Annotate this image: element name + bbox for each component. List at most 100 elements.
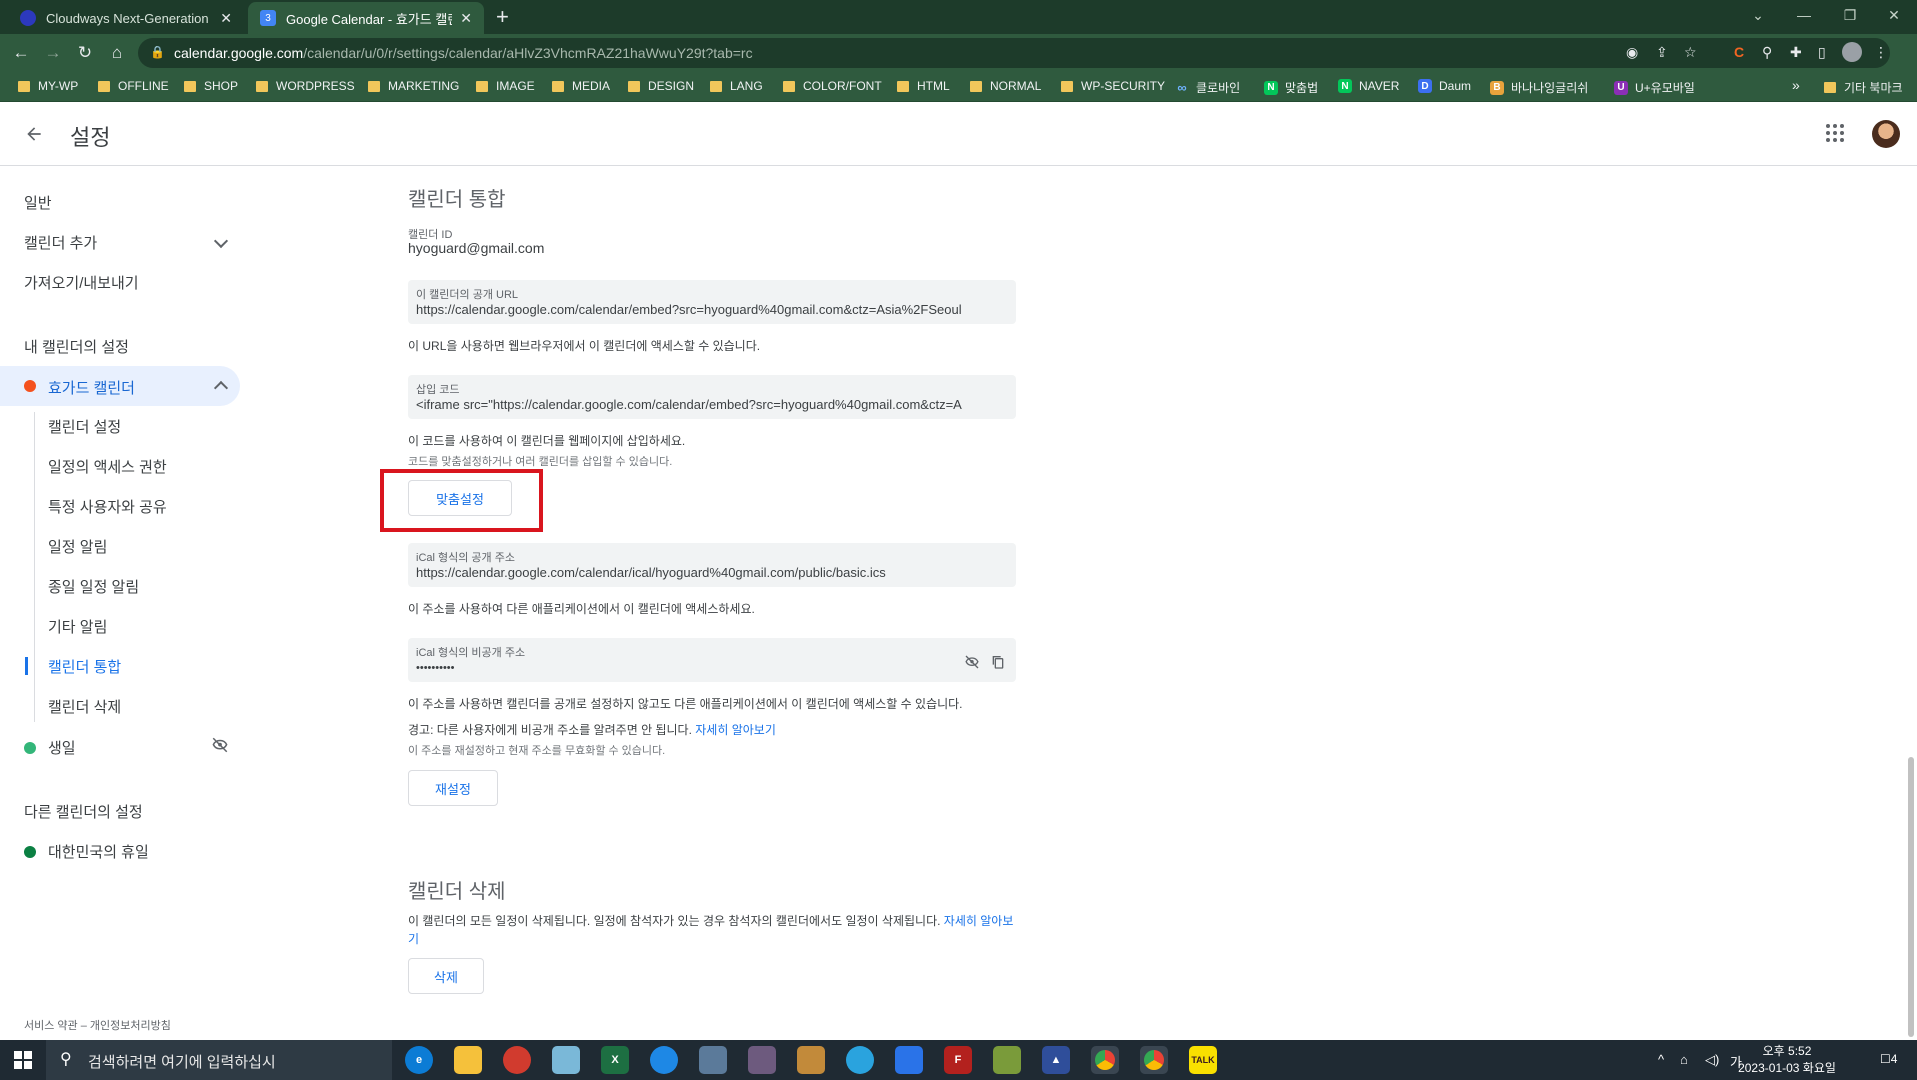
image-editor-icon[interactable] [797, 1046, 825, 1074]
scrollbar-thumb[interactable] [1908, 757, 1914, 1037]
eye-off-icon[interactable] [964, 654, 980, 675]
bookmark-item[interactable]: NORMAL [970, 79, 1041, 93]
delete-button[interactable]: 삭제 [408, 958, 484, 994]
close-tab-icon[interactable]: ✕ [220, 10, 232, 27]
bookmark-item[interactable]: SHOP [184, 79, 238, 93]
app-circle-icon[interactable] [503, 1046, 531, 1074]
eye-off-icon[interactable] [211, 736, 229, 759]
eye-icon[interactable]: ◉ [1626, 44, 1638, 61]
sidebar-item-general[interactable]: 일반 [24, 192, 52, 213]
sidebar-item-allday-notifications[interactable]: 종일 일정 알림 [48, 576, 139, 597]
google-drive-icon[interactable]: ▲ [1042, 1046, 1070, 1074]
bookmark-item[interactable]: D Daum [1418, 79, 1471, 93]
calculator-icon[interactable] [699, 1046, 727, 1074]
learn-more-link[interactable]: 자세히 알아보기 [695, 723, 776, 737]
extension-c-icon[interactable]: C [1734, 44, 1744, 60]
profile-avatar[interactable] [1842, 42, 1862, 62]
bookmark-item[interactable]: ∞ 클로바인 [1175, 79, 1240, 96]
bookmark-item[interactable]: MARKETING [368, 79, 459, 93]
share-icon[interactable]: ⇪ [1656, 44, 1668, 61]
bookmark-item[interactable]: N 맞춤법 [1264, 79, 1318, 96]
sidebar-item-my-calendar[interactable]: 효가드 캘린더 [0, 366, 240, 406]
minimize-button[interactable]: — [1781, 0, 1827, 30]
embed-code-field[interactable]: 삽입 코드 <iframe src="https://calendar.goog… [408, 375, 1016, 419]
tab-cloudways[interactable]: Cloudways Next-Generation Clo ✕ [8, 2, 244, 34]
tray-chevron-up-icon[interactable]: ^ [1658, 1052, 1664, 1067]
bookmark-item[interactable]: LANG [710, 79, 763, 93]
bookmark-item[interactable]: COLOR/FONT [783, 79, 882, 93]
bookmark-item[interactable]: DESIGN [628, 79, 694, 93]
bookmark-item[interactable]: IMAGE [476, 79, 535, 93]
home-icon[interactable]: ⌂ [104, 40, 130, 66]
delete-learn-more-link-wrap[interactable]: 기 [408, 930, 419, 947]
forward-arrow-icon[interactable]: → [40, 40, 66, 66]
google-apps-icon[interactable] [1826, 124, 1846, 144]
filezilla-icon[interactable]: F [944, 1046, 972, 1074]
extensions-puzzle-icon[interactable]: ✚ [1790, 44, 1802, 61]
other-bookmarks[interactable]: 기타 북마크 [1824, 79, 1903, 96]
network-icon[interactable]: ⌂ [1680, 1052, 1688, 1067]
chrome-icon[interactable] [1091, 1046, 1119, 1074]
sidebar-item-calendar-settings[interactable]: 캘린더 설정 [48, 416, 121, 437]
restore-button[interactable]: ❐ [1827, 0, 1873, 30]
extension-search-icon[interactable]: ⚲ [1762, 44, 1772, 61]
reset-button[interactable]: 재설정 [408, 770, 498, 806]
sidebar-item-event-notifications[interactable]: 일정 알림 [48, 536, 107, 557]
copy-icon[interactable] [990, 654, 1006, 675]
bookmark-item[interactable]: N NAVER [1338, 79, 1399, 93]
sidebar-item-import-export[interactable]: 가져오기/내보내기 [24, 272, 139, 293]
edge-icon[interactable]: e [405, 1046, 433, 1074]
sidebar-item-access-permissions[interactable]: 일정의 액세스 권한 [48, 456, 167, 477]
sidebar-item-remove-calendar[interactable]: 캘린더 삭제 [48, 696, 121, 717]
ical-public-field[interactable]: iCal 형식의 공개 주소 https://calendar.google.c… [408, 543, 1016, 587]
delete-learn-more-link[interactable]: 자세히 알아보 [944, 914, 1014, 928]
taskbar-clock[interactable]: 오후 5:52 2023-01-03 화요일 [1738, 1043, 1836, 1077]
public-url-field[interactable]: 이 캘린더의 공개 URL https://calendar.google.co… [408, 280, 1016, 324]
side-panel-icon[interactable]: ▯ [1818, 44, 1826, 61]
star-icon[interactable]: ☆ [1684, 44, 1697, 61]
back-arrow-icon[interactable]: ← [8, 40, 34, 66]
sidebar-item-add-calendar[interactable]: 캘린더 추가 [24, 232, 97, 253]
sidebar-item-other-notifications[interactable]: 기타 알림 [48, 616, 107, 637]
bookmark-item[interactable]: MY-WP [18, 79, 78, 93]
bookmark-item[interactable]: WORDPRESS [256, 79, 355, 93]
bookmark-item[interactable]: HTML [897, 79, 950, 93]
sidebar-item-birthday[interactable]: 생일 [48, 737, 76, 758]
photo-app-icon[interactable] [748, 1046, 776, 1074]
bookmark-item[interactable]: MEDIA [552, 79, 610, 93]
sidebar-item-integrate-calendar[interactable]: 캘린더 통합 [48, 656, 121, 677]
back-arrow-icon[interactable] [20, 120, 48, 148]
excel-icon[interactable]: X [601, 1046, 629, 1074]
file-explorer-icon[interactable] [454, 1046, 482, 1074]
windows-start-icon[interactable] [0, 1040, 46, 1080]
camera-app-icon[interactable] [895, 1046, 923, 1074]
new-tab-button[interactable]: + [496, 4, 509, 30]
chevron-down-icon[interactable] [213, 233, 229, 249]
bird-app-icon[interactable] [650, 1046, 678, 1074]
taskbar-search-box[interactable]: ⚲ 검색하려면 여기에 입력하십시 [46, 1040, 392, 1080]
bookmark-item[interactable]: OFFLINE [98, 79, 169, 93]
account-avatar[interactable] [1872, 120, 1900, 148]
reload-icon[interactable]: ↻ [72, 40, 98, 66]
chevron-up-icon[interactable] [213, 380, 229, 396]
notification-center-icon[interactable]: ☐4 [1880, 1052, 1897, 1066]
close-tab-icon[interactable]: ✕ [460, 10, 472, 27]
sidebar-item-holidays[interactable]: 대한민국의 휴일 [48, 841, 149, 862]
volume-icon[interactable]: ◁) [1705, 1052, 1719, 1068]
ical-private-field[interactable]: iCal 형식의 비공개 주소 •••••••••• [408, 638, 1016, 682]
bookmark-item[interactable]: U U+유모바일 [1614, 79, 1695, 96]
more-bookmarks-button[interactable]: » [1792, 77, 1800, 93]
sidebar-item-share-users[interactable]: 특정 사용자와 공유 [48, 496, 167, 517]
bookmark-item[interactable]: B 바나나잉글리쉬 [1490, 79, 1588, 96]
diamond-app-icon[interactable] [993, 1046, 1021, 1074]
notepad-icon[interactable] [552, 1046, 580, 1074]
address-bar[interactable]: 🔒 calendar.google.com/calendar/u/0/r/set… [138, 38, 1890, 68]
bookmark-item[interactable]: WP-SECURITY [1061, 79, 1165, 93]
chrome-profile-icon[interactable] [1140, 1046, 1168, 1074]
tab-google-calendar[interactable]: 3 Google Calendar - 효가드 캘린더 ✕ [248, 2, 484, 34]
close-window-button[interactable]: ✕ [1871, 0, 1917, 30]
tab-search-icon[interactable]: ⌄ [1735, 0, 1781, 30]
telegram-icon[interactable] [846, 1046, 874, 1074]
kakaotalk-icon[interactable]: TALK [1189, 1046, 1217, 1074]
footer-terms-privacy[interactable]: 서비스 약관 – 개인정보처리방침 [24, 1017, 171, 1033]
